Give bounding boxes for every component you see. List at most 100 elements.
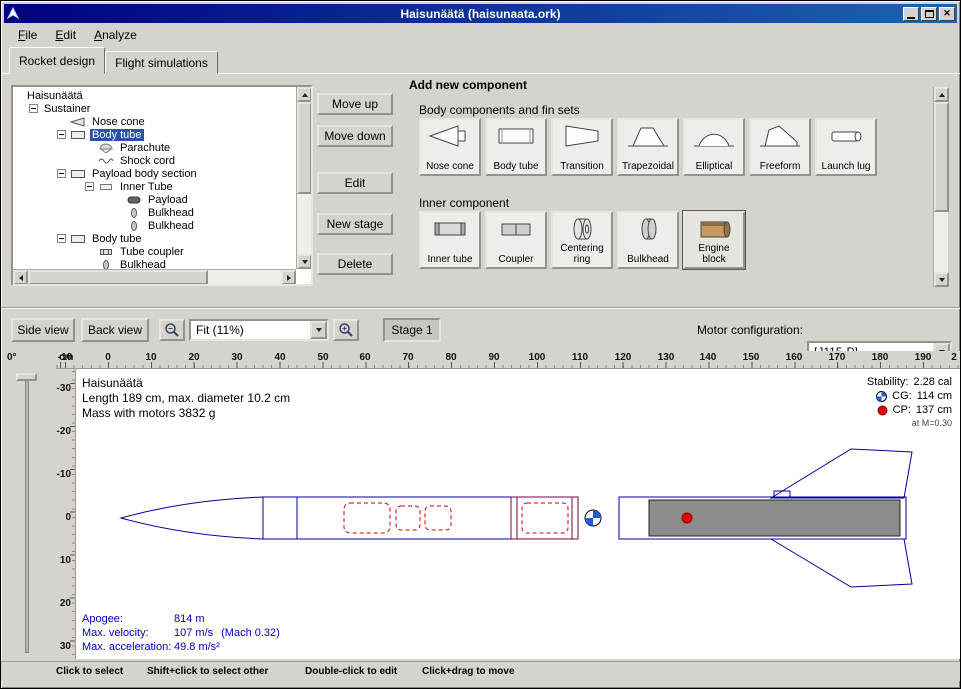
tree-item-inner-tube[interactable]: Inner Tube — [13, 180, 296, 193]
chevron-down-icon — [316, 328, 322, 335]
stage-1-toggle[interactable]: Stage 1 — [383, 318, 441, 342]
arrow-left-icon — [16, 275, 23, 281]
move-down-button[interactable]: Move down — [317, 125, 393, 147]
tree-item-bulkhead[interactable]: Bulkhead — [13, 258, 296, 269]
collapse-icon[interactable] — [57, 130, 66, 139]
tree-item-payload-body-section[interactable]: Payload body section — [13, 167, 296, 180]
side-view-label: Side view — [17, 323, 68, 337]
zoom-select-arrow[interactable] — [310, 321, 327, 339]
card-label: Nose cone — [426, 161, 474, 172]
cp-marker — [682, 513, 692, 523]
arrow-up-icon — [302, 90, 308, 97]
scroll-up-button[interactable] — [297, 87, 312, 102]
add-engine-block-button[interactable]: Engine block — [683, 211, 745, 269]
cg-label: CG: — [892, 390, 912, 402]
scroll-down-button[interactable] — [297, 254, 312, 269]
scrollbar-thumb[interactable] — [28, 270, 208, 285]
collapse-icon[interactable] — [57, 169, 66, 178]
nose-cone-shape[interactable] — [121, 497, 263, 539]
add-component-scrollbar[interactable] — [933, 87, 948, 287]
cp-label: CP: — [893, 404, 911, 416]
zoom-out-button[interactable] — [159, 319, 185, 341]
app-icon[interactable] — [6, 6, 22, 22]
scroll-up-button[interactable] — [934, 87, 949, 102]
add-elliptical-fin-button[interactable]: Elliptical — [683, 118, 745, 176]
max-acceleration-value: 49.8 m/s² — [174, 640, 220, 654]
new-stage-button[interactable]: New stage — [317, 213, 393, 235]
tree-item-bulkhead[interactable]: Bulkhead — [13, 219, 296, 232]
new-stage-label: New stage — [327, 217, 384, 231]
pane-separator — [1, 307, 961, 309]
add-nose-cone-button[interactable]: Nose cone — [419, 118, 481, 176]
minimize-button[interactable] — [903, 7, 919, 21]
zoom-in-button[interactable] — [333, 319, 359, 341]
tree-item-shock-cord[interactable]: Shock cord — [13, 154, 296, 167]
card-label: Trapezoidal — [622, 161, 674, 172]
scroll-down-button[interactable] — [934, 272, 949, 287]
tab-flight-simulations[interactable]: Flight simulations — [105, 51, 218, 74]
menu-file[interactable]: File — [9, 25, 46, 45]
add-transition-button[interactable]: Transition — [551, 118, 613, 176]
rotation-slider-handle[interactable] — [16, 373, 37, 381]
collapse-icon[interactable] — [85, 182, 94, 191]
tree-item-sustainer[interactable]: Sustainer — [13, 102, 296, 115]
add-launch-lug-button[interactable]: Launch lug — [815, 118, 877, 176]
tree-item-nose-cone[interactable]: Nose cone — [13, 115, 296, 128]
bulkhead-icon — [626, 216, 670, 242]
component-tree-rows: Haisunäätä Sustainer Nose cone Body tube — [13, 87, 296, 269]
stability-label: Stability: — [867, 376, 909, 388]
tree-item-body-tube-selected[interactable]: Body tube — [13, 128, 296, 141]
ruler-ticks — [70, 369, 75, 659]
tree-item-rocket-root[interactable]: Haisunäätä — [13, 89, 296, 102]
tree-item-payload[interactable]: Payload — [13, 193, 296, 206]
fin-lower-shape[interactable] — [771, 539, 912, 587]
tab-rocket-design[interactable]: Rocket design — [9, 47, 105, 74]
tree-item-body-tube-aft[interactable]: Body tube — [13, 232, 296, 245]
card-label: Elliptical — [696, 161, 733, 172]
status-hint: Click+drag to move — [422, 666, 515, 677]
tree-item-tube-coupler[interactable]: Tube coupler — [13, 245, 296, 258]
menu-analyze[interactable]: Analyze — [85, 25, 146, 45]
back-view-button[interactable]: Back view — [81, 318, 149, 342]
close-icon: ✕ — [943, 8, 951, 19]
tree-horizontal-scrollbar[interactable] — [13, 269, 296, 284]
card-label: Inner tube — [427, 254, 472, 265]
launch-lug-shape[interactable] — [774, 491, 790, 497]
tree-item-label: Bulkhead — [146, 220, 196, 232]
rotation-slider-track[interactable] — [25, 373, 29, 653]
add-bulkhead-button[interactable]: Bulkhead — [617, 211, 679, 269]
collapse-icon[interactable] — [29, 104, 38, 113]
zoom-select[interactable]: Fit (11%) — [189, 319, 329, 341]
tree-item-bulkhead[interactable]: Bulkhead — [13, 206, 296, 219]
scroll-right-button[interactable] — [281, 270, 296, 285]
add-coupler-button[interactable]: Coupler — [485, 211, 547, 269]
titlebar[interactable]: Haisunäätä (haisunaata.ork) ✕ — [4, 4, 957, 23]
side-view-button[interactable]: Side view — [11, 318, 75, 342]
tree-item-label: Shock cord — [118, 155, 177, 167]
add-trapezoidal-fin-button[interactable]: Trapezoidal — [617, 118, 679, 176]
collapse-icon[interactable] — [57, 234, 66, 243]
fin-upper-shape[interactable] — [771, 449, 912, 498]
close-button[interactable]: ✕ — [939, 7, 955, 21]
tree-item-parachute[interactable]: Parachute — [13, 141, 296, 154]
body-components-section-label: Body components and fin sets — [419, 103, 580, 117]
menu-edit[interactable]: Edit — [46, 25, 85, 45]
add-freeform-fin-button[interactable]: Freeform — [749, 118, 811, 176]
bulkhead-icon — [98, 260, 114, 270]
tree-vertical-scrollbar[interactable] — [296, 87, 311, 269]
delete-button[interactable]: Delete — [317, 253, 393, 275]
scroll-left-button[interactable] — [13, 270, 28, 285]
add-centering-ring-button[interactable]: Centering ring — [551, 211, 613, 269]
cg-value: 114 cm — [917, 390, 952, 402]
move-up-button[interactable]: Move up — [317, 93, 393, 115]
scrollbar-thumb[interactable] — [297, 102, 312, 194]
centering-ring-icon — [560, 216, 604, 242]
scrollbar-thumb[interactable] — [934, 102, 949, 212]
maximize-button[interactable] — [921, 7, 937, 21]
edit-button[interactable]: Edit — [317, 172, 393, 194]
tree-item-label: Body tube — [90, 233, 144, 245]
add-inner-tube-button[interactable]: Inner tube — [419, 211, 481, 269]
add-body-tube-button[interactable]: Body tube — [485, 118, 547, 176]
rocket-dimensions: Length 189 cm, max. diameter 10.2 cm — [82, 391, 290, 406]
rocket-canvas[interactable]: Haisunäätä Length 189 cm, max. diameter … — [76, 369, 961, 659]
